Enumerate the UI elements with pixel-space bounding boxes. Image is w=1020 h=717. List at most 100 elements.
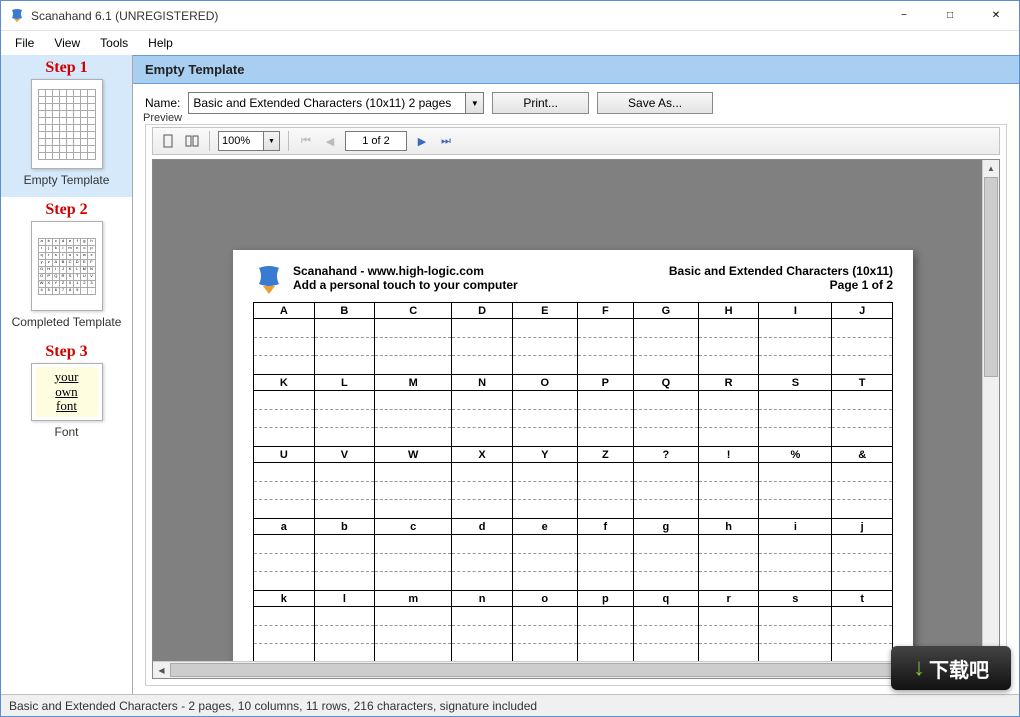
char-header: S [759, 375, 832, 391]
char-header: N [452, 375, 513, 391]
menubar: File View Tools Help [1, 31, 1019, 55]
character-grid: ABCDEFGHIJKLMNOPQRSTUVWXYZ?!%&abcdefghij… [253, 302, 893, 663]
char-header: j [832, 519, 893, 535]
menu-view[interactable]: View [44, 33, 90, 53]
char-header: X [452, 447, 513, 463]
char-header: Y [512, 447, 577, 463]
step-3-font[interactable]: Step 3 your own font Font [1, 339, 132, 449]
step-label: Completed Template [3, 315, 130, 329]
char-header: T [832, 375, 893, 391]
char-header: V [314, 447, 375, 463]
char-header: k [254, 591, 315, 607]
char-header: Q [634, 375, 699, 391]
char-cell [698, 535, 759, 591]
char-cell [577, 535, 633, 591]
char-cell [314, 391, 375, 447]
char-cell [577, 607, 633, 663]
preview-label: Preview [139, 112, 186, 124]
char-cell [452, 319, 513, 375]
next-page-button[interactable]: ▶ [413, 132, 431, 150]
single-page-icon[interactable] [159, 132, 177, 150]
menu-tools[interactable]: Tools [90, 33, 138, 53]
scanahand-logo-icon [253, 264, 285, 296]
maximize-button[interactable]: □ [927, 1, 973, 31]
scroll-thumb[interactable] [170, 663, 965, 677]
char-header: s [759, 591, 832, 607]
vertical-scrollbar[interactable]: ▲ ▼ [982, 160, 999, 661]
preview-area[interactable]: Scanahand - www.high-logic.com Add a per… [152, 159, 1000, 679]
char-cell [314, 463, 375, 519]
page-indicator[interactable]: 1 of 2 [345, 131, 407, 151]
char-cell [634, 319, 699, 375]
menu-file[interactable]: File [5, 33, 44, 53]
page-number: Page 1 of 2 [669, 278, 893, 292]
char-header: ? [634, 447, 699, 463]
char-cell [512, 463, 577, 519]
horizontal-scrollbar[interactable]: ◀ ▶ [153, 661, 982, 678]
template-name-combo[interactable]: ▼ [188, 92, 484, 114]
char-header: A [254, 303, 315, 319]
step-2-completed-template[interactable]: Step 2 abcdefgh ijklmnop qrstuvwx yzABCD… [1, 197, 132, 339]
step-label: Font [3, 425, 130, 439]
char-header: J [832, 303, 893, 319]
template-title: Basic and Extended Characters (10x11) [669, 264, 893, 278]
prev-page-button[interactable]: ◀ [321, 132, 339, 150]
step-title: Step 2 [3, 201, 130, 219]
minimize-button[interactable]: − [881, 1, 927, 31]
char-cell [452, 391, 513, 447]
char-header: E [512, 303, 577, 319]
char-cell [832, 391, 893, 447]
brand-line1: Scanahand - www.high-logic.com [293, 264, 669, 278]
sidebar: Step 1 Empty Template Step 2 [1, 55, 133, 694]
char-cell [759, 319, 832, 375]
content-header: Empty Template [133, 55, 1019, 84]
template-name-input[interactable] [188, 92, 466, 114]
char-cell [759, 535, 832, 591]
char-cell [759, 391, 832, 447]
chevron-down-icon[interactable]: ▼ [466, 92, 484, 114]
first-page-button[interactable]: ⏮ [297, 132, 315, 150]
char-header: e [512, 519, 577, 535]
char-header: d [452, 519, 513, 535]
char-header: f [577, 519, 633, 535]
char-cell [512, 391, 577, 447]
status-text: Basic and Extended Characters - 2 pages,… [9, 699, 537, 713]
name-label: Name: [145, 96, 180, 110]
preview-frame: ▼ ⏮ ◀ 1 of 2 ▶ ⏭ Scanahand - www.high-lo… [145, 124, 1007, 686]
multi-page-icon[interactable] [183, 132, 201, 150]
char-cell [254, 535, 315, 591]
char-cell [512, 607, 577, 663]
save-as-button[interactable]: Save As... [597, 92, 713, 114]
char-header: I [759, 303, 832, 319]
char-header: l [314, 591, 375, 607]
char-header: t [832, 591, 893, 607]
char-header: W [375, 447, 452, 463]
last-page-button[interactable]: ⏭ [437, 132, 455, 150]
scroll-thumb[interactable] [984, 177, 998, 377]
char-header: O [512, 375, 577, 391]
char-cell [832, 319, 893, 375]
char-cell [452, 535, 513, 591]
char-cell [254, 607, 315, 663]
char-header: c [375, 519, 452, 535]
chevron-down-icon[interactable]: ▼ [264, 131, 280, 151]
zoom-combo[interactable]: ▼ [218, 131, 280, 151]
window-title: Scanahand 6.1 (UNREGISTERED) [31, 9, 881, 23]
zoom-input[interactable] [218, 131, 264, 151]
char-header: p [577, 591, 633, 607]
step-1-empty-template[interactable]: Step 1 Empty Template [1, 55, 132, 197]
step-title: Step 1 [3, 59, 130, 77]
char-cell [375, 391, 452, 447]
char-cell [832, 535, 893, 591]
char-header: h [698, 519, 759, 535]
close-button[interactable]: ✕ [973, 1, 1019, 31]
char-cell [314, 607, 375, 663]
print-button[interactable]: Print... [492, 92, 589, 114]
titlebar: Scanahand 6.1 (UNREGISTERED) − □ ✕ [1, 1, 1019, 31]
char-cell [254, 391, 315, 447]
menu-help[interactable]: Help [138, 33, 183, 53]
char-header: L [314, 375, 375, 391]
step-title: Step 3 [3, 343, 130, 361]
char-header: ! [698, 447, 759, 463]
char-header: & [832, 447, 893, 463]
